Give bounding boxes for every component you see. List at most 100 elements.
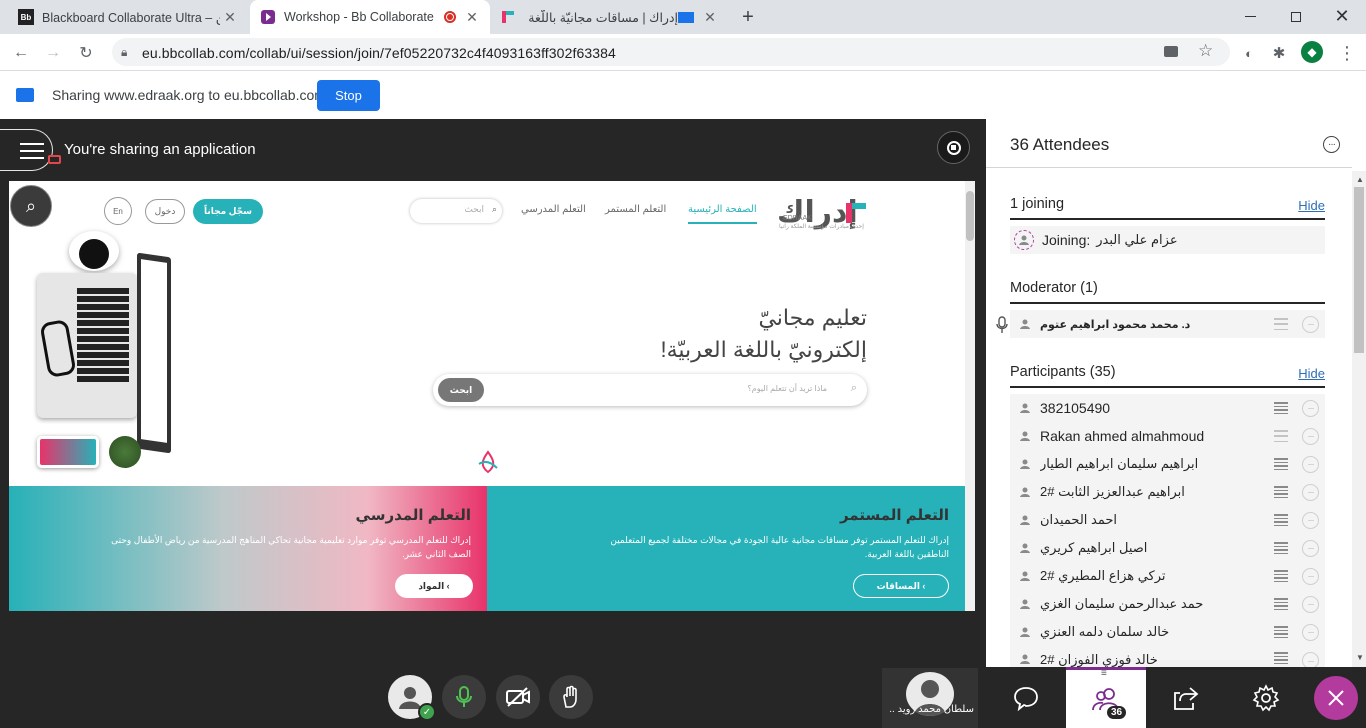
close-window-icon[interactable]: ✕	[1330, 4, 1354, 28]
zoom-view-icon[interactable]: ⌕	[10, 185, 52, 227]
nav-home[interactable]: الصفحة الرئيسية	[688, 204, 757, 224]
participant-video-tile[interactable]: سلطان محمد زويد ...	[882, 668, 978, 728]
close-tab-icon[interactable]: ✕	[462, 7, 482, 27]
more-options-icon[interactable]: ···	[1302, 315, 1319, 333]
stop-share-application-button[interactable]	[937, 131, 970, 164]
participant-row[interactable]: خالد فوزي الفوزان #2 ···	[1010, 646, 1325, 667]
signup-button[interactable]: سجّل مجاناً	[193, 199, 263, 224]
sharing-label: You're sharing an application	[64, 141, 256, 158]
hero-search-input[interactable]: ماذا تريد أن تتعلم اليوم؟ ⌕ ابحث	[433, 374, 867, 406]
browser-tab-workshop[interactable]: Workshop - Bb Collaborate ✕	[250, 0, 490, 34]
browser-tab-edraak[interactable]: إدراك | مساقات مجانيّة باللّغة ال ✕	[490, 0, 728, 34]
settings-tab[interactable]	[1226, 667, 1306, 728]
scroll-down-icon[interactable]: ▼	[1356, 653, 1364, 662]
panel-divider	[986, 167, 1352, 168]
more-options-icon[interactable]: ···	[1302, 399, 1319, 417]
hide-joining-link[interactable]: Hide	[1298, 198, 1325, 213]
hand-raise-icon[interactable]	[1274, 402, 1288, 414]
moderator-row[interactable]: د. محمد محمود ابراهيم عتوم ···	[1010, 310, 1325, 338]
materials-button[interactable]: المواد ‹	[395, 574, 473, 598]
hand-raise-icon[interactable]	[1274, 514, 1288, 526]
back-arrow-icon[interactable]: ←	[8, 40, 34, 66]
more-options-icon[interactable]: ···	[1302, 623, 1319, 641]
address-bar[interactable]: 🔒︎ eu.bbcollab.com/collab/ui/session/joi…	[112, 38, 1230, 66]
browser-tab-blackboard[interactable]: Bb Blackboard Collaborate Ultra – ين ✕	[8, 0, 248, 34]
hero-search-button[interactable]: ابحث	[438, 378, 484, 402]
hand-raise-icon[interactable]	[1274, 430, 1288, 442]
participant-row[interactable]: حمد عبدالرحمن سليمان الغزي ···	[1010, 590, 1325, 618]
stop-sharing-button[interactable]: Stop	[317, 80, 380, 111]
extensions-puzzle-icon[interactable]: ✱	[1266, 40, 1292, 66]
more-options-icon[interactable]: ···	[1302, 511, 1319, 529]
courses-button[interactable]: المساقات ‹	[853, 574, 949, 598]
sharing-status-icon	[48, 155, 61, 164]
participant-row[interactable]: احمد الحميدان ···	[1010, 506, 1325, 534]
participant-row[interactable]: خالد سلمان دلمه العنزي ···	[1010, 618, 1325, 646]
screen-share-tab-icon	[678, 11, 694, 23]
hand-raise-icon[interactable]	[1274, 626, 1288, 638]
site-search-input[interactable]: ابحث ⌕	[410, 199, 502, 223]
recording-indicator-icon	[444, 11, 456, 23]
panel-scrollbar[interactable]: ▲ ▼	[1352, 171, 1366, 667]
microphone-button[interactable]	[442, 675, 486, 719]
minimize-window-icon[interactable]	[1240, 6, 1260, 26]
bookmark-star-icon[interactable]: ☆	[1198, 41, 1213, 61]
camera-off-button[interactable]	[496, 675, 540, 719]
gear-icon	[1252, 683, 1280, 711]
close-panel-icon	[1314, 675, 1358, 720]
participant-row[interactable]: Rakan ahmed almahmoud ···	[1010, 422, 1325, 450]
more-options-icon[interactable]: ···	[1302, 539, 1319, 557]
panel-title: 36 Attendees	[1010, 135, 1110, 154]
joining-row[interactable]: Joining: عزام علي البدر	[1010, 226, 1325, 254]
nav-school-learning[interactable]: التعلم المدرسي	[521, 204, 586, 215]
panel-more-options-icon[interactable]: ···	[1323, 136, 1340, 153]
browser-toolbar: ← → ↻ 🔒︎ eu.bbcollab.com/collab/ui/sessi…	[0, 34, 1366, 71]
hand-raise-icon[interactable]	[1274, 570, 1288, 582]
chat-tab[interactable]	[986, 667, 1066, 728]
share-content-tab[interactable]	[1146, 667, 1226, 728]
scroll-up-icon[interactable]: ▲	[1356, 175, 1364, 184]
participant-row[interactable]: اصيل ابراهيم كريري ···	[1010, 534, 1325, 562]
participant-row[interactable]: تركي هزاع المطيري #2 ···	[1010, 562, 1325, 590]
forward-arrow-icon[interactable]: →	[40, 40, 66, 66]
camera-in-use-icon[interactable]	[1164, 46, 1178, 57]
more-options-icon[interactable]: ···	[1302, 567, 1319, 585]
participant-row[interactable]: ابراهيم سليمان ابراهيم الطيار ···	[1010, 450, 1325, 478]
more-options-icon[interactable]: ···	[1302, 595, 1319, 613]
hero-title-line2: إلكترونيّ باللغة العربيّة!	[660, 337, 867, 362]
close-tab-icon[interactable]: ✕	[700, 7, 720, 27]
login-button[interactable]: دخول	[145, 199, 185, 224]
hand-raise-icon[interactable]	[1274, 542, 1288, 554]
restore-window-icon[interactable]	[1286, 7, 1306, 27]
session-menu-button[interactable]	[0, 129, 61, 171]
raise-hand-button[interactable]	[549, 675, 593, 719]
hand-raise-icon[interactable]	[1274, 318, 1288, 330]
participant-row[interactable]: 382105490 ···	[1010, 394, 1325, 422]
close-panel-button[interactable]	[1306, 667, 1366, 728]
extension-icon[interactable]: ◐	[1236, 40, 1262, 66]
attendees-tab[interactable]: ≡ 36	[1066, 667, 1146, 728]
hand-raise-icon[interactable]	[1274, 486, 1288, 498]
hand-raise-icon[interactable]	[1274, 598, 1288, 610]
language-toggle[interactable]: En	[104, 197, 132, 225]
more-options-icon[interactable]: ···	[1302, 652, 1319, 667]
new-tab-button[interactable]: +	[735, 0, 761, 34]
my-status-avatar-button[interactable]: ✓	[388, 675, 436, 721]
reload-icon[interactable]: ↻	[73, 40, 99, 66]
more-options-icon[interactable]: ···	[1302, 483, 1319, 501]
scrollbar-thumb[interactable]	[1354, 187, 1364, 353]
browser-menu-icon[interactable]: ⋮	[1334, 40, 1360, 66]
close-tab-icon[interactable]: ✕	[220, 7, 240, 27]
user-icon	[1018, 597, 1032, 611]
main-stage: You're sharing an application إدراك EDRA…	[0, 119, 986, 728]
hand-raise-icon[interactable]	[1274, 652, 1288, 664]
hide-participants-link[interactable]: Hide	[1298, 366, 1325, 381]
nav-continuing-learning[interactable]: التعلم المستمر	[605, 204, 666, 215]
profile-avatar[interactable]: ◆	[1301, 41, 1323, 63]
more-options-icon[interactable]: ···	[1302, 455, 1319, 473]
more-options-icon[interactable]: ···	[1302, 427, 1319, 445]
hand-raise-icon[interactable]	[1274, 458, 1288, 470]
shared-page-scrollbar[interactable]	[965, 181, 975, 611]
user-icon	[1018, 652, 1032, 666]
participant-row[interactable]: ابراهيم عبدالعزيز الثابت #2 ···	[1010, 478, 1325, 506]
